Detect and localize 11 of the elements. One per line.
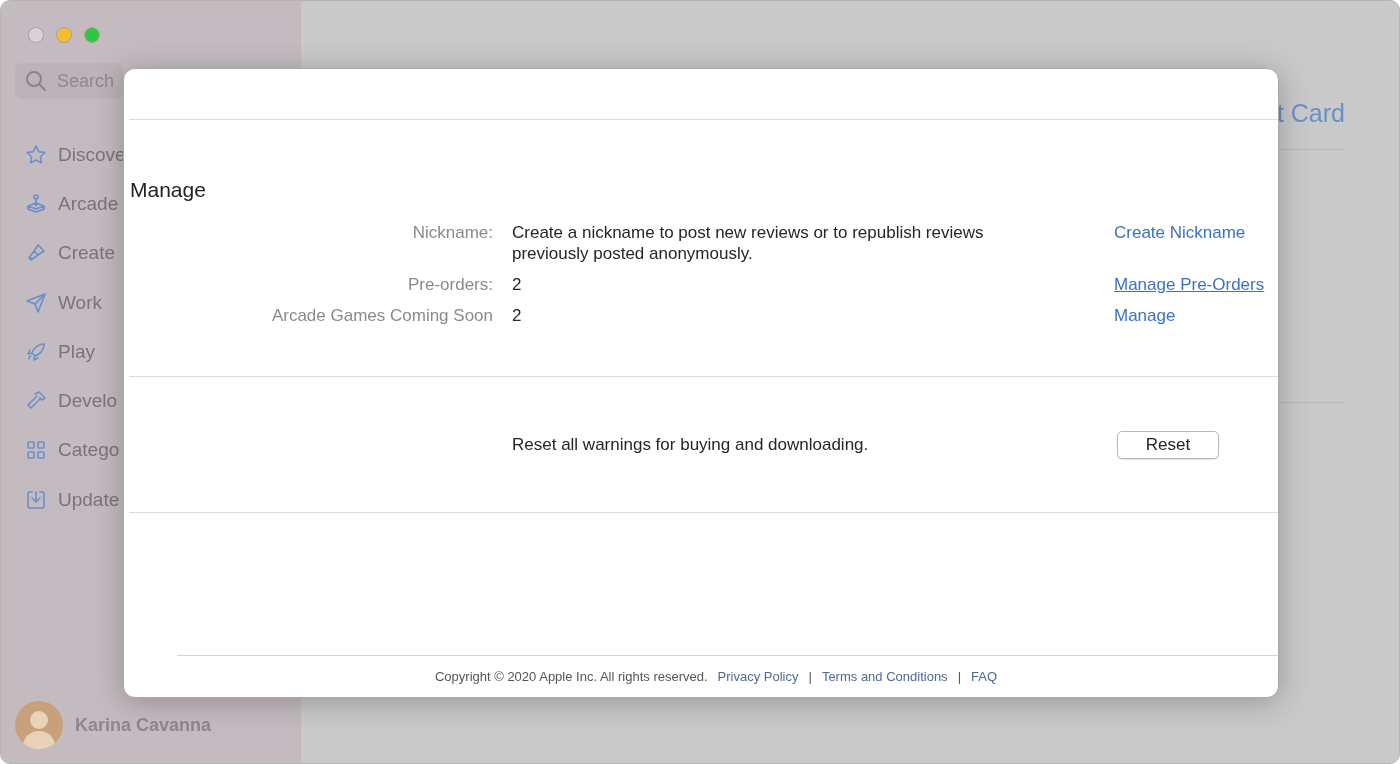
row-label: Nickname: xyxy=(411,222,493,244)
footer-separator: | xyxy=(957,669,961,684)
section-title: Manage xyxy=(130,178,207,202)
reset-description: Reset all warnings for buying and downloading. xyxy=(512,434,870,455)
copyright-text: Copyright © 2020 Apple Inc. All rights reserved. xyxy=(434,669,708,684)
row-value: 2 xyxy=(512,305,523,326)
row-label: Pre-orders: xyxy=(406,274,493,295)
row-value: Create a nickname to post new reviews or to republish reviews previously posted anonymously. xyxy=(512,222,985,264)
row-label: Arcade Games Coming Soon xyxy=(270,305,493,326)
footer-separator: | xyxy=(808,669,812,684)
row-value: 2 xyxy=(512,274,523,295)
